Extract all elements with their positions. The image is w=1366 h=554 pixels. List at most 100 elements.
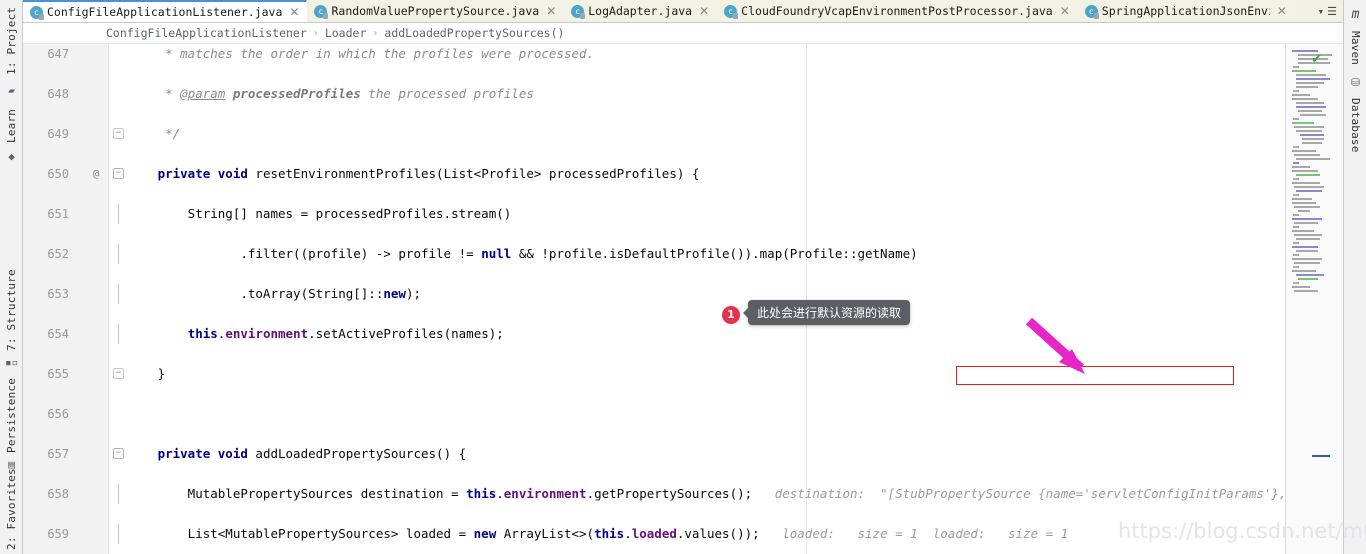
breadcrumb-separator: › [372, 27, 379, 39]
rail-label-persistence: Persistence [5, 377, 18, 453]
rail-item-favorites[interactable]: 2: Favorites [0, 468, 23, 550]
tab-LogAdapter[interactable]: c LogAdapter.java ✕ [564, 0, 718, 22]
tab-RandomValuePropertySource[interactable]: c RandomValuePropertySource.java ✕ [307, 0, 565, 22]
code-lines-container[interactable]: 647 * matches the order in which the pro… [23, 44, 1343, 554]
tab-close-icon[interactable]: ✕ [286, 5, 299, 19]
code-line-654[interactable]: 654 this.environment.setActiveProfiles(n… [23, 324, 1343, 344]
tab-label: ConfigFileApplicationListener.java [47, 5, 283, 19]
inspection-ok-icon: ✔ [1311, 52, 1322, 67]
override-gutter-icon[interactable]: @ [89, 164, 103, 184]
code-line-655[interactable]: 655 − } [23, 364, 1343, 384]
line-number: 650 [47, 167, 69, 181]
rail-label-learn: Learn [5, 108, 18, 144]
rail-label-structure: 7: Structure [5, 269, 18, 351]
code-text: private void addLoadedPropertySources() … [135, 446, 467, 461]
rail-label-project: 1: Project [5, 6, 18, 76]
scroll-position-marker [1312, 455, 1330, 457]
code-line-647[interactable]: 647 * matches the order in which the pro… [23, 44, 1343, 64]
code-fold-toggle[interactable]: − [113, 448, 124, 459]
java-class-icon: c [724, 4, 739, 19]
line-number: 656 [47, 407, 69, 421]
code-line-648[interactable]: 648 * @param processedProfiles the proce… [23, 84, 1343, 104]
tab-SpringApplicationJsonEnvironmentPostProcessor[interactable]: c SpringApplicationJsonEnvir ✕ [1077, 0, 1295, 22]
code-fold-toggle[interactable] [113, 204, 124, 224]
code-text: MutablePropertySources destination = thi… [135, 486, 1343, 501]
right-tool-rail: m Maven ⛁ Database [1343, 0, 1366, 554]
rail-item-project[interactable]: 1: Project [0, 4, 23, 78]
code-fold-toggle[interactable]: − [113, 168, 124, 179]
code-line-656[interactable]: 656 [23, 404, 1343, 424]
line-number: 658 [47, 487, 69, 501]
code-minimap[interactable] [1285, 44, 1343, 554]
line-number: 651 [47, 207, 69, 221]
annotation-badge-1: 1 [722, 306, 740, 324]
tab-close-icon[interactable]: ✕ [1057, 4, 1070, 18]
code-text: * @param processedProfiles the processed… [135, 86, 534, 101]
code-fold-toggle[interactable] [113, 484, 124, 504]
breadcrumb-separator: › [312, 27, 319, 39]
folder-icon: ▰ [8, 84, 15, 97]
line-number: 655 [47, 367, 69, 381]
maven-m-icon: m [1351, 7, 1360, 22]
code-text: String[] names = processedProfiles.strea… [135, 206, 512, 221]
breadcrumb-item-method[interactable]: addLoadedPropertySources() [384, 26, 564, 40]
code-line-649[interactable]: 649 − */ [23, 124, 1343, 144]
structure-icon: ▪▫ [5, 356, 19, 369]
tab-ConfigFileApplicationListener[interactable]: c ConfigFileApplicationListener.java ✕ [23, 0, 308, 22]
code-fold-toggle[interactable] [113, 524, 124, 544]
code-text: private void resetEnvironmentProfiles(Li… [135, 166, 700, 181]
java-class-icon: c [30, 5, 44, 20]
chevron-down-icon[interactable]: ▾ [1318, 5, 1325, 18]
line-number: 659 [47, 527, 69, 541]
minimap-viewport[interactable] [1286, 44, 1343, 554]
database-icon: ⛁ [1350, 76, 1361, 89]
tab-label: LogAdapter.java [588, 4, 693, 18]
tab-list-icon[interactable]: ☰ [1327, 5, 1337, 18]
tab-close-icon[interactable]: ✕ [696, 4, 709, 18]
tab-label: RandomValuePropertySource.java [331, 4, 540, 18]
code-text: } [135, 366, 166, 381]
code-line-657[interactable]: 657 − private void addLoadedPropertySourc… [23, 444, 1343, 464]
rail-item-persistence[interactable]: Persistence [0, 376, 23, 454]
editor-tab-bar: c ConfigFileApplicationListener.java ✕ c… [23, 0, 1343, 23]
java-class-icon: c [571, 4, 586, 19]
line-number: 657 [47, 447, 69, 461]
rail-item-structure[interactable]: 7: Structure [0, 268, 23, 352]
tab-label: SpringApplicationJsonEnvir [1101, 4, 1270, 18]
code-editor[interactable]: 647 * matches the order in which the pro… [23, 44, 1343, 554]
code-line-652[interactable]: 652 .filter((profile) -> profile != null… [23, 244, 1343, 264]
breadcrumb-item-class[interactable]: ConfigFileApplicationListener [106, 26, 307, 40]
code-fold-toggle[interactable] [113, 284, 124, 304]
tab-close-icon[interactable]: ✕ [1274, 4, 1287, 18]
tab-CloudFoundryVcapEnvironmentPostProcessor[interactable]: c CloudFoundryVcapEnvironmentPostProcess… [717, 0, 1078, 22]
line-number: 654 [47, 327, 69, 341]
code-text: List<MutablePropertySources> loaded = ne… [135, 526, 1069, 541]
code-line-650[interactable]: 650 @ − private void resetEnvironmentProfi… [23, 164, 1343, 184]
line-number: 653 [47, 287, 69, 301]
rail-item-maven[interactable]: Maven [1344, 26, 1366, 70]
code-line-651[interactable]: 651 String[] names = processedProfiles.s… [23, 204, 1343, 224]
code-text: */ [135, 126, 181, 141]
rail-item-learn[interactable]: Learn [0, 104, 23, 148]
tab-label: CloudFoundryVcapEnvironmentPostProcessor… [741, 4, 1053, 18]
code-fold-toggle[interactable] [113, 244, 124, 264]
code-fold-toggle[interactable]: − [113, 368, 124, 379]
line-number: 652 [47, 247, 69, 261]
java-class-icon: c [1084, 4, 1099, 19]
code-line-658[interactable]: 658 MutablePropertySources destination =… [23, 484, 1343, 504]
code-line-653[interactable]: 653 .toArray(String[]::new); [23, 284, 1343, 304]
breadcrumb-item-inner-class[interactable]: Loader [325, 26, 367, 40]
left-tool-rail: 1: Project ▰ Learn ◆ 7: Structure ▪▫ Per… [0, 0, 23, 554]
tab-bar-actions: ▾ ☰ [1311, 0, 1343, 22]
graduation-cap-icon: ◆ [8, 150, 15, 163]
code-fold-toggle[interactable]: − [113, 128, 124, 139]
line-number: 647 [47, 47, 69, 61]
code-fold-toggle[interactable] [113, 324, 124, 344]
annotation-tooltip: 此处会进行默认资源的读取 [742, 300, 911, 325]
line-number: 648 [47, 87, 69, 101]
tab-close-icon[interactable]: ✕ [543, 4, 556, 18]
code-text: this.environment.setActiveProfiles(names… [187, 326, 504, 341]
rail-label-maven: Maven [1349, 30, 1362, 66]
rail-item-database[interactable]: Database [1344, 94, 1366, 156]
code-text: .toArray(String[]::new); [135, 286, 421, 301]
